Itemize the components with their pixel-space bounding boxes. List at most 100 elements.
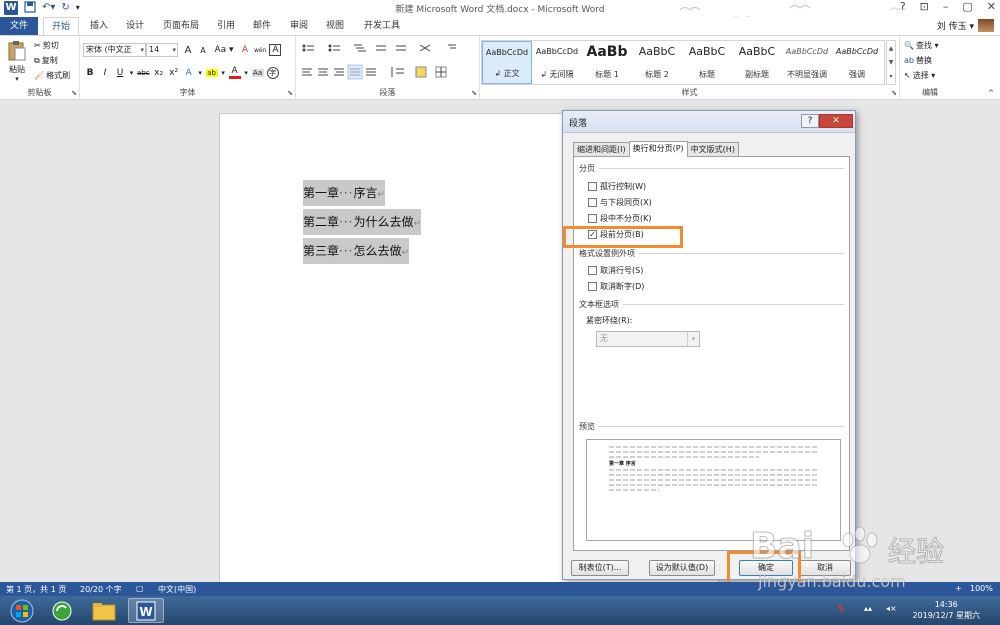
set-default-button[interactable]: 设为默认值(D) bbox=[649, 560, 715, 576]
volume-icon[interactable]: ◂× bbox=[886, 604, 897, 613]
ribbon-display-button[interactable]: ⊡ bbox=[920, 0, 929, 13]
checkbox-box[interactable] bbox=[588, 214, 597, 223]
bold-icon[interactable]: B bbox=[84, 68, 96, 78]
change-case-icon[interactable]: Aa ▾ bbox=[212, 45, 236, 55]
font-name-combo[interactable]: 宋体 (中文正 ▾ bbox=[83, 43, 146, 57]
document-line[interactable]: 第二章···为什么去做↵ bbox=[303, 209, 422, 235]
replace-button[interactable]: ab 替换 bbox=[904, 55, 932, 66]
clipboard-launcher-icon[interactable]: ⬊ bbox=[71, 89, 77, 97]
phonetic-guide-icon[interactable]: wén bbox=[254, 47, 266, 54]
chevron-down-icon[interactable]: ▾ bbox=[221, 69, 226, 77]
font-launcher-icon[interactable]: ⬊ bbox=[287, 89, 293, 97]
style-no-spacing[interactable]: AaBbCcDd ↲ 无间隔 bbox=[532, 41, 582, 84]
tab-home[interactable]: 开始 bbox=[43, 17, 80, 36]
signal-icon[interactable]: ▴▴ bbox=[864, 604, 872, 613]
style-subtle-emphasis[interactable]: AaBbCcDd 不明显强调 bbox=[782, 41, 832, 84]
enclose-char-icon[interactable]: 字 bbox=[266, 66, 279, 79]
suppress-line-numbers-checkbox[interactable]: 取消行号(S) bbox=[588, 265, 643, 276]
taskbar-word[interactable]: W bbox=[128, 598, 164, 623]
paragraph-launcher-icon[interactable]: ⬊ bbox=[471, 89, 477, 97]
minimize-button[interactable]: – bbox=[943, 0, 949, 13]
page-count[interactable]: 第 1 页，共 1 页 bbox=[6, 584, 66, 595]
highlight-icon[interactable]: ab bbox=[205, 68, 218, 77]
taskbar-ie[interactable] bbox=[44, 598, 80, 623]
style-subtitle[interactable]: AaBbC 副标题 bbox=[732, 41, 782, 84]
tab-developer[interactable]: 开发工具 bbox=[356, 17, 408, 35]
tab-mailings[interactable]: 邮件 bbox=[245, 17, 279, 35]
chevron-down-icon[interactable]: ▾ bbox=[129, 69, 134, 77]
copy-button[interactable]: ⧉ 复制 bbox=[34, 55, 58, 66]
clock[interactable]: 14:36 2019/12/7 星期六 bbox=[912, 599, 980, 621]
checkbox-box[interactable] bbox=[588, 282, 597, 291]
language[interactable]: 中文(中国) bbox=[158, 584, 196, 595]
check-mark-icon[interactable]: ✓ bbox=[588, 230, 597, 239]
text-effects-icon[interactable]: A bbox=[183, 68, 195, 78]
document-line[interactable]: 第三章···怎么去做↵ bbox=[303, 238, 410, 264]
chevron-down-icon[interactable]: ▼ bbox=[889, 59, 894, 66]
start-button[interactable] bbox=[4, 598, 40, 623]
dont-hyphenate-checkbox[interactable]: 取消断字(D) bbox=[588, 281, 644, 292]
checkbox-box[interactable] bbox=[588, 182, 597, 191]
collapse-ribbon-icon[interactable]: ^ bbox=[988, 89, 994, 97]
chevron-up-icon[interactable]: ▲ bbox=[889, 45, 894, 52]
find-button[interactable]: 🔍 查找 ▾ bbox=[904, 40, 939, 51]
subscript-icon[interactable]: x₂ bbox=[153, 68, 165, 78]
shrink-font-icon[interactable]: A bbox=[197, 46, 209, 55]
style-title[interactable]: AaBbC 标题 bbox=[682, 41, 732, 84]
style-heading-1[interactable]: AaBb 标题 1 bbox=[582, 41, 632, 84]
italic-icon[interactable]: I bbox=[99, 68, 111, 78]
maximize-button[interactable]: ▢ bbox=[962, 0, 972, 13]
tab-page-layout[interactable]: 页面布局 bbox=[155, 17, 207, 35]
checkbox-box[interactable] bbox=[588, 198, 597, 207]
zoom-in-button[interactable]: + bbox=[955, 584, 962, 593]
word-count[interactable]: 20/20 个字 bbox=[80, 584, 122, 595]
char-shading-icon[interactable]: Aa bbox=[251, 68, 264, 77]
cancel-button[interactable]: 取消 bbox=[799, 560, 851, 576]
style-emphasis[interactable]: AaBbCcDd 强调 bbox=[832, 41, 882, 84]
tab-view[interactable]: 视图 bbox=[318, 17, 352, 35]
more-icon[interactable]: ▾ bbox=[889, 73, 892, 80]
tab-design[interactable]: 设计 bbox=[118, 17, 152, 35]
paste-button[interactable]: 粘贴 ▾ bbox=[4, 40, 30, 83]
strikethrough-icon[interactable]: abc bbox=[137, 69, 150, 77]
dialog-close-button[interactable]: ✕ bbox=[819, 114, 853, 128]
styles-gallery-scroll[interactable]: ▲ ▼ ▾ bbox=[886, 40, 896, 85]
keep-with-next-checkbox[interactable]: 与下段同页(X) bbox=[588, 197, 652, 208]
keep-lines-together-checkbox[interactable]: 段中不分页(K) bbox=[588, 213, 652, 224]
dialog-help-button[interactable]: ? bbox=[801, 114, 819, 128]
tab-references[interactable]: 引用 bbox=[209, 17, 243, 35]
clear-format-icon[interactable]: A bbox=[239, 45, 251, 55]
proofing-icon[interactable]: ▢ bbox=[136, 584, 144, 593]
tab-line-page-breaks[interactable]: 换行和分页(P) bbox=[628, 141, 688, 157]
tab-asian-typography[interactable]: 中文版式(H) bbox=[686, 142, 739, 157]
help-button[interactable]: ? bbox=[900, 0, 906, 13]
tab-insert[interactable]: 插入 bbox=[82, 17, 116, 35]
select-button[interactable]: ↖ 选择 ▾ bbox=[904, 70, 935, 81]
underline-icon[interactable]: U bbox=[114, 68, 126, 78]
taskbar-explorer[interactable] bbox=[86, 598, 122, 623]
format-painter-button[interactable]: 🖌 格式刷 bbox=[34, 70, 70, 81]
chevron-down-icon[interactable]: ▾ bbox=[198, 69, 203, 77]
char-border-icon[interactable]: A bbox=[269, 44, 282, 56]
page-break-before-checkbox[interactable]: ✓ 段前分页(B) bbox=[588, 229, 644, 240]
checkbox-box[interactable] bbox=[588, 266, 597, 275]
grow-font-icon[interactable]: A bbox=[182, 45, 194, 56]
close-button[interactable]: ✕ bbox=[987, 0, 996, 13]
font-color-icon[interactable]: A bbox=[228, 66, 241, 79]
styles-launcher-icon[interactable]: ⬊ bbox=[891, 89, 897, 97]
font-size-combo[interactable]: 14 ▾ bbox=[146, 43, 178, 57]
tab-indents-spacing[interactable]: 缩进和间距(I) bbox=[573, 142, 630, 157]
document-line[interactable]: 第一章···序言↵ bbox=[303, 180, 386, 206]
tight-wrap-select[interactable]: 无 ▾ bbox=[596, 331, 700, 347]
widow-control-checkbox[interactable]: 孤行控制(W) bbox=[588, 181, 646, 192]
cut-button[interactable]: ✂ 剪切 bbox=[34, 40, 59, 51]
style-normal[interactable]: AaBbCcDd ↲ 正文 bbox=[482, 41, 532, 84]
tab-file[interactable]: 文件 bbox=[0, 17, 38, 35]
dialog-title-bar[interactable]: 段落 ? ✕ bbox=[563, 111, 855, 133]
tabs-button[interactable]: 制表位(T)... bbox=[571, 560, 629, 576]
chevron-down-icon[interactable]: ▾ bbox=[244, 69, 249, 77]
ok-button[interactable]: 确定 bbox=[739, 560, 793, 576]
user-account[interactable]: 刘 传玉 ▾ bbox=[937, 19, 994, 32]
sogou-s-icon[interactable]: S bbox=[838, 604, 844, 613]
style-heading-2[interactable]: AaBbC 标题 2 bbox=[632, 41, 682, 84]
